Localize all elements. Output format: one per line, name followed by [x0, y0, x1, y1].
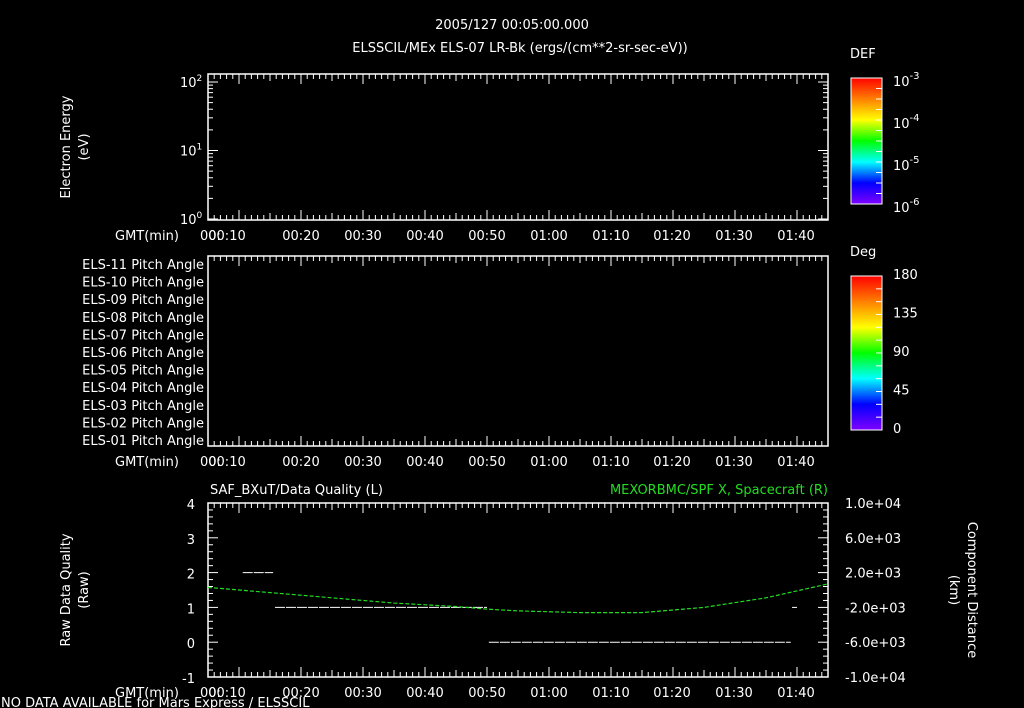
- time-tick-label: 01:00: [530, 455, 567, 470]
- time-tick-label: 01:40: [777, 229, 814, 244]
- left-tick-label: 3: [187, 533, 195, 548]
- colorbar-tick-label: 10-5: [893, 155, 920, 174]
- time-tick-label: 00:30: [344, 229, 381, 244]
- left-tick-label: 1: [187, 602, 195, 617]
- colorbar-tick-label: 45: [893, 384, 910, 399]
- time-tick-label: 01:10: [592, 229, 629, 244]
- left-tick-label: 4: [187, 498, 195, 513]
- right-tick-label: 6.0e+03: [845, 532, 901, 547]
- plot-subtitle: ELSSCIL/MEx ELS-07 LR-Bk (ergs/(cm**2-sr…: [352, 41, 687, 56]
- time-tick-label: 00:40: [406, 229, 443, 244]
- right-tick-label: 1.0e+04: [845, 497, 901, 512]
- pitch-angle-row-label: ELS-01 Pitch Angle: [82, 434, 204, 449]
- right-panel-title: MEXORBMC/SPF X, Spacecraft (R): [610, 483, 828, 498]
- tick-base: 10: [893, 201, 910, 216]
- right-tick-label: -2.0e+03: [845, 601, 906, 616]
- time-tick-label: 01:30: [715, 686, 752, 701]
- colorbar-tick-label: 10-6: [893, 197, 920, 216]
- colorbar-tick-label: 10-3: [893, 71, 920, 90]
- y-tick-label: 101: [180, 143, 202, 160]
- right-tick-label: -6.0e+03: [845, 636, 906, 651]
- time-tick-label: 00:30: [344, 686, 381, 701]
- time-axis-label: GMT(min): [115, 229, 179, 244]
- tick-exponent: -4: [910, 113, 920, 124]
- time-tick-label: 01:20: [653, 686, 690, 701]
- pitch-angle-row-label: ELS-06 Pitch Angle: [82, 346, 204, 361]
- time-tick-label: 01:30: [715, 455, 752, 470]
- colorbar-tick-label: 10-4: [893, 113, 920, 132]
- pitch-angle-row-label: ELS-04 Pitch Angle: [82, 381, 204, 396]
- spacecraft-x-line: [207, 583, 829, 614]
- right-tick-label: -1.0e+04: [845, 671, 906, 686]
- plot-canvas: 2005/127 00:05:00.000 ELSSCIL/MEx ELS-07…: [1, 18, 979, 708]
- quality-panel-frame: [207, 502, 829, 678]
- pitch-angle-row-label: ELS-10 Pitch Angle: [82, 276, 204, 291]
- left-tick-label: -1: [182, 672, 195, 687]
- time-tick-label: 00:50: [468, 686, 505, 701]
- tick-base: 10: [893, 159, 910, 174]
- tick-exponent: 0: [197, 211, 203, 221]
- tick-exponent: 2: [197, 74, 203, 84]
- pitch-angle-row-label: ELS-07 Pitch Angle: [82, 328, 204, 343]
- tick-exponent: -6: [910, 197, 920, 208]
- time-tick-label: 00:40: [406, 686, 443, 701]
- left-axis-label: Raw Data Quality: [59, 533, 74, 646]
- tick-base: 10: [180, 76, 197, 91]
- time-tick-label: 01:10: [592, 455, 629, 470]
- time-tick-label: 00:10: [208, 686, 245, 701]
- tick-exponent: -5: [910, 155, 920, 166]
- colorbar-tick-label: 0: [893, 422, 901, 437]
- pitch-angle-row-label: ELS-08 Pitch Angle: [82, 311, 204, 326]
- time-tick-label: 00:20: [282, 229, 319, 244]
- tick-base: 10: [180, 213, 197, 228]
- tick-base: 10: [893, 75, 910, 90]
- time-tick-label: 01:30: [715, 229, 752, 244]
- pitch-angle-row-label: ELS-02 Pitch Angle: [82, 416, 204, 431]
- time-tick-label: 01:20: [653, 455, 690, 470]
- time-tick-label: 00:20: [282, 455, 319, 470]
- def-colorbar-title: DEF: [850, 47, 876, 62]
- time-tick-label: 00:30: [344, 455, 381, 470]
- pitch-angle-row-label: ELS-05 Pitch Angle: [82, 364, 204, 379]
- left-panel-title: SAF_BXuT/Data Quality (L): [210, 483, 383, 498]
- time-tick-label: 01:20: [653, 229, 690, 244]
- colorbar-tick-label: 135: [893, 307, 918, 322]
- time-tick-label: 00:50: [468, 229, 505, 244]
- time-tick-label: 00:50: [468, 455, 505, 470]
- energy-panel-frame: [207, 73, 829, 221]
- left-tick-label: 0: [187, 637, 195, 652]
- time-tick-label: 01:00: [530, 229, 567, 244]
- pitch-angle-panel-frame: [207, 255, 829, 447]
- y-tick-label: 102: [180, 74, 202, 91]
- time-tick-label: 00:40: [406, 455, 443, 470]
- time-tick-label: 01:40: [777, 455, 814, 470]
- y-axis-label: (eV): [77, 133, 92, 160]
- tick-base: 10: [893, 117, 910, 132]
- right-axis-label: (km): [946, 575, 961, 605]
- y-tick-label: 100: [180, 211, 203, 228]
- tick-exponent: -3: [910, 71, 920, 82]
- y-axis-label: Electron Energy: [59, 95, 74, 198]
- tick-base: 10: [180, 145, 197, 160]
- pitch-angle-row-label: ELS-09 Pitch Angle: [82, 293, 204, 308]
- time-axis-label: GMT(min): [115, 455, 179, 470]
- pitch-angle-row-label: ELS-11 Pitch Angle: [82, 258, 204, 273]
- time-tick-label: 01:00: [530, 686, 567, 701]
- left-tick-label: 2: [187, 568, 195, 583]
- time-axis-label: GMT(min): [115, 686, 179, 701]
- time-tick-label: 01:40: [777, 686, 814, 701]
- right-tick-label: 2.0e+03: [845, 567, 901, 582]
- time-tick-label: 00:20: [282, 686, 319, 701]
- time-tick-label: 00:10: [208, 229, 245, 244]
- time-tick-label: 01:10: [592, 686, 629, 701]
- pitch-angle-row-label: ELS-03 Pitch Angle: [82, 399, 204, 414]
- colorbar-tick-label: 180: [893, 268, 918, 283]
- tick-exponent: 1: [197, 143, 203, 153]
- time-tick-label: 00:10: [208, 455, 245, 470]
- left-axis-label: (Raw): [77, 571, 92, 609]
- colorbar-tick-label: 90: [893, 345, 910, 360]
- right-axis-label: Component Distance: [964, 522, 979, 658]
- deg-colorbar-title: Deg: [850, 245, 876, 260]
- plot-title: 2005/127 00:05:00.000: [435, 18, 589, 33]
